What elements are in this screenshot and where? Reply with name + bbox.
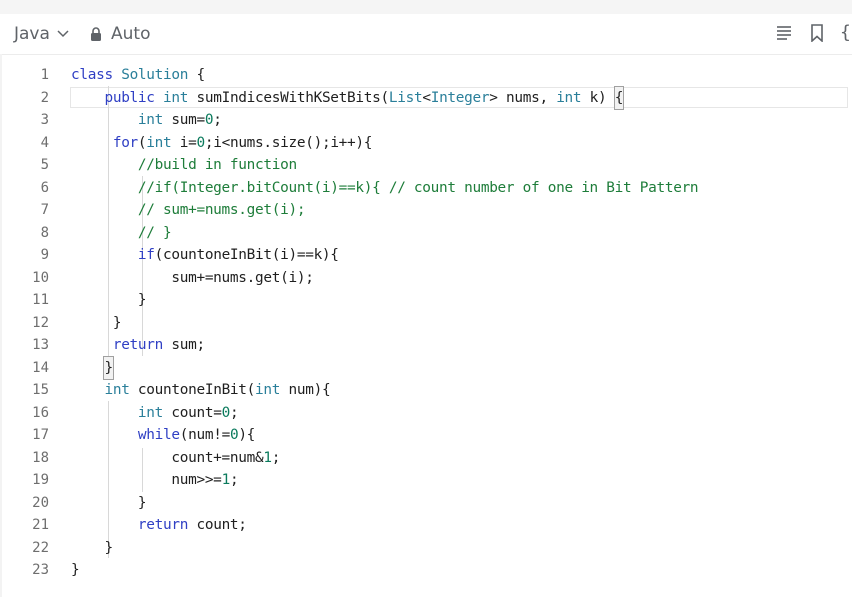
line-number: 6 [40, 179, 49, 196]
code-text: count+=num&1; [71, 449, 281, 466]
code-text: } [71, 292, 147, 308]
code-comment: // } [71, 224, 172, 241]
code-line: 19 num>>=1; [0, 469, 852, 492]
line-number: 1 [40, 67, 49, 83]
line-number: 10 [32, 269, 49, 286]
code-text: } [71, 539, 113, 556]
code-text: int sum=0; [137, 112, 222, 128]
code-text: return sum; [112, 337, 205, 353]
code-line: 23 } [0, 559, 852, 582]
line-number: 16 [32, 404, 49, 421]
code-comment: //if(Integer.bitCount(i)==k){ // count n… [71, 179, 699, 196]
code-line: 16 int count=0; [0, 402, 852, 425]
code-line: 21 return count; [0, 514, 852, 537]
code-line: 4 for(int i=0;i<nums.size();i++){ [0, 132, 852, 155]
code-line: 3 int sum=0; [0, 109, 852, 132]
code-line: 9 if(countoneInBit(i)==k){ [0, 244, 852, 267]
line-number: 18 [32, 449, 49, 466]
editor-toolbar: Java Auto { [0, 14, 852, 55]
code-line: 8 // } [0, 222, 852, 245]
window-top-strip [0, 0, 852, 14]
chevron-down-icon [57, 30, 69, 38]
language-label: Java [14, 24, 50, 44]
code-line: 12 } [0, 312, 852, 335]
line-number: 14 [32, 359, 49, 376]
code-line: 6 //if(Integer.bitCount(i)==k){ // count… [0, 177, 852, 200]
line-number: 9 [40, 247, 49, 263]
code-text: } [71, 314, 122, 331]
language-selector[interactable]: Java [14, 24, 69, 44]
line-number: 2 [40, 89, 49, 106]
line-number: 8 [40, 224, 49, 241]
code-line: 2 public int sumIndicesWithKSetBits(List… [0, 85, 852, 110]
code-line: 13 return sum; [0, 334, 852, 357]
code-line: 11 } [0, 289, 852, 312]
code-text: sum+=nums.get(i); [71, 269, 314, 286]
bookmark-icon[interactable] [810, 24, 824, 42]
code-text: if(countoneInBit(i)==k){ [137, 247, 339, 263]
format-list-icon[interactable] [776, 24, 792, 42]
code-editor[interactable]: 1 class Solution { 2 public int sumIndic… [0, 64, 852, 590]
lock-icon [90, 27, 102, 41]
code-text: while(num!=0){ [137, 427, 256, 443]
line-number: 21 [32, 517, 49, 533]
code-line: 22 } [0, 537, 852, 560]
line-number: 17 [32, 427, 49, 443]
code-line: 17 while(num!=0){ [0, 424, 852, 447]
code-comment: // sum+=nums.get(i); [71, 202, 306, 218]
code-comment: //build in function [71, 157, 297, 173]
line-number: 4 [40, 134, 49, 151]
code-line: 15 int countoneInBit(int num){ [0, 379, 852, 402]
line-number: 13 [32, 337, 49, 353]
autocomplete-label: Auto [111, 24, 151, 44]
code-line: 7 // sum+=nums.get(i); [0, 199, 852, 222]
code-text: return count; [137, 517, 247, 533]
code-text: } [71, 562, 80, 578]
code-text: } [71, 494, 147, 511]
code-line: 14 } [0, 355, 852, 380]
code-line: 20 } [0, 492, 852, 515]
code-text: } [71, 355, 114, 380]
code-line: 1 class Solution { [0, 64, 852, 87]
code-text: for(int i=0;i<nums.size();i++){ [112, 134, 373, 151]
line-number: 11 [32, 292, 49, 308]
line-number: 20 [32, 494, 49, 511]
code-text: public int sumIndicesWithKSetBits(List<I… [71, 85, 625, 110]
brace-icon[interactable]: { [840, 22, 851, 43]
line-number: 12 [32, 314, 49, 331]
code-line: 10 sum+=nums.get(i); [0, 267, 852, 290]
line-number: 3 [40, 112, 49, 128]
line-number: 22 [32, 539, 49, 556]
code-line: 5 //build in function [0, 154, 852, 177]
line-number: 23 [32, 562, 49, 578]
line-number: 5 [40, 157, 49, 173]
line-number: 15 [32, 382, 49, 398]
autocomplete-mode[interactable]: Auto [90, 24, 150, 44]
code-line: 18 count+=num&1; [0, 447, 852, 470]
code-text: num>>=1; [71, 472, 239, 488]
line-number: 19 [32, 472, 49, 488]
code-text: class Solution { [71, 67, 205, 83]
code-text: int count=0; [137, 404, 239, 421]
line-number: 7 [40, 202, 49, 218]
code-text: int countoneInBit(int num){ [104, 382, 331, 398]
